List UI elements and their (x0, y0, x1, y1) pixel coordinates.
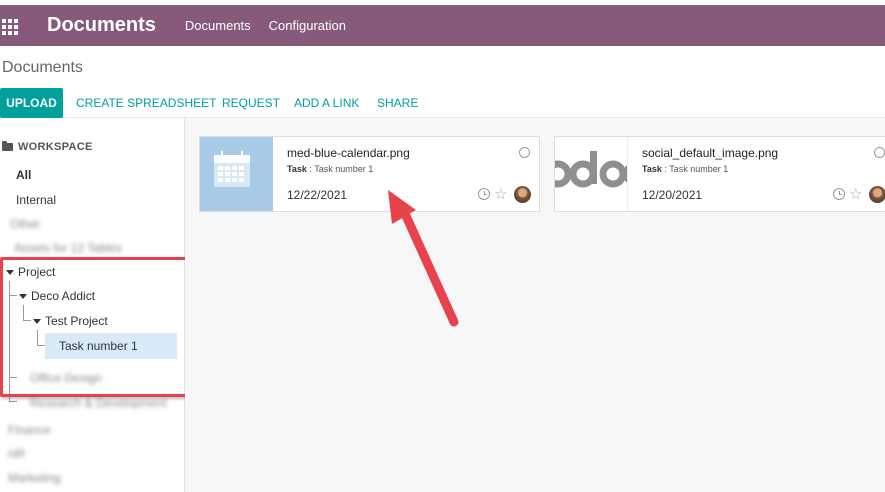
arrow-shaft (397, 202, 459, 327)
annotation-arrow (388, 190, 459, 327)
